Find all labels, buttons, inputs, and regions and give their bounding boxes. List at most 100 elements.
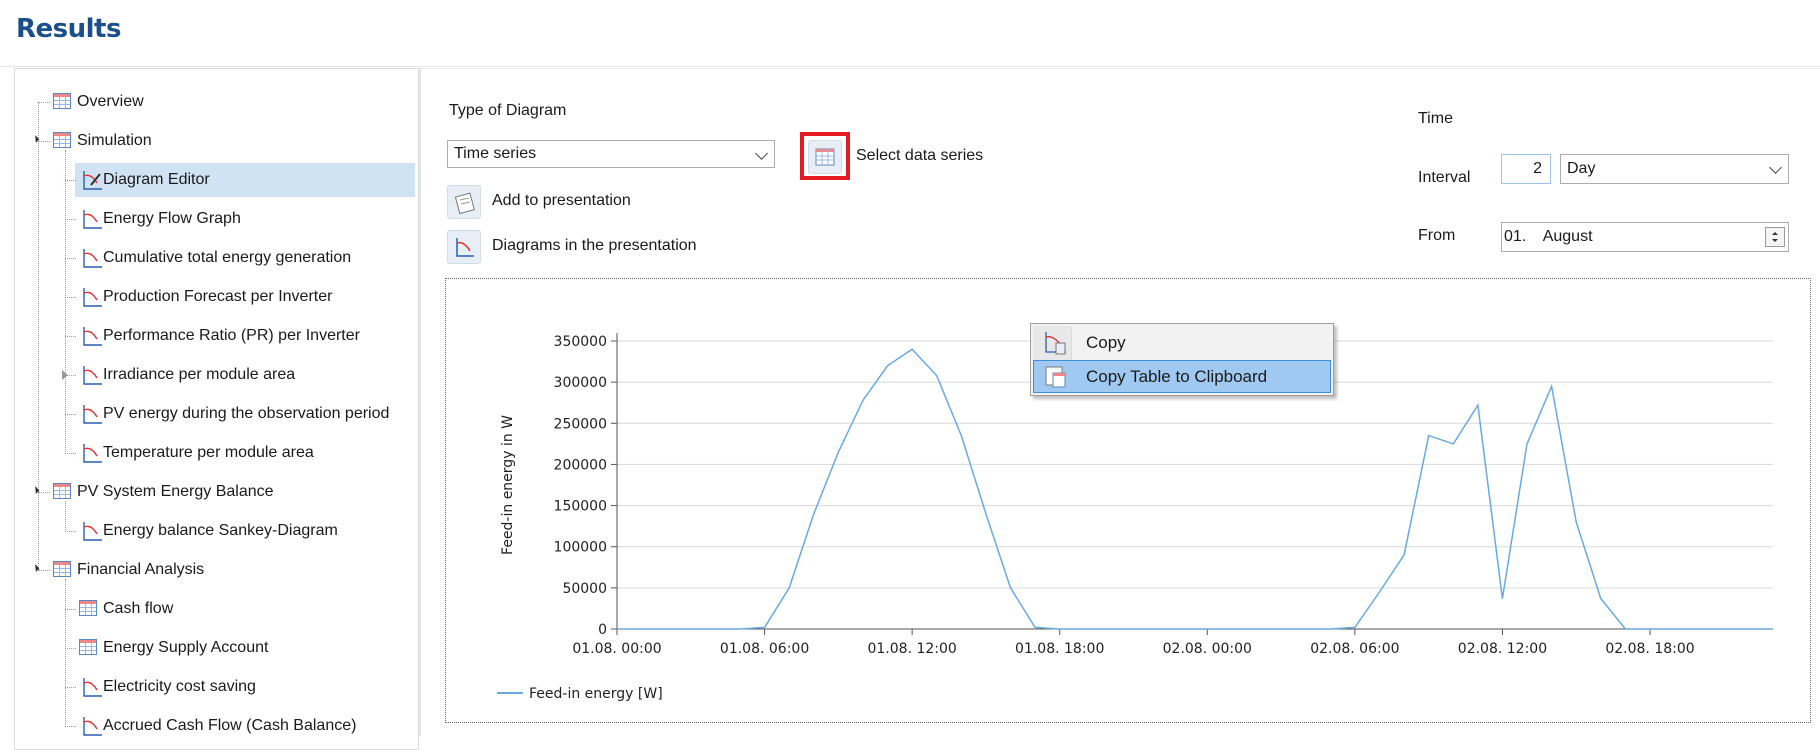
- select-data-series-label[interactable]: Select data series: [856, 147, 983, 165]
- table-icon: [809, 141, 841, 173]
- select-data-series-button[interactable]: [808, 140, 842, 174]
- date-spinner[interactable]: [1765, 227, 1785, 247]
- tree-connector: [65, 726, 76, 727]
- y-axis-label: Feed-in energy in W: [500, 415, 516, 555]
- tree-item-label: Energy Supply Account: [103, 631, 268, 665]
- y-tick-label: 50000: [562, 581, 607, 597]
- tree-item-label: PV energy during the observation period: [103, 397, 389, 431]
- chevron-down-icon: [1769, 161, 1782, 174]
- tree-item-10[interactable]: PV System Energy Balance: [15, 475, 415, 509]
- spinner-arrows-icon: [1766, 228, 1784, 246]
- interval-unit-value: Day: [1567, 160, 1595, 177]
- tree-connector: [65, 258, 76, 259]
- diagram-type-select[interactable]: Time series: [447, 140, 775, 168]
- graph-icon: [81, 286, 103, 308]
- from-day: 01.: [1504, 228, 1526, 245]
- copy-table-icon: [1041, 363, 1071, 391]
- add-to-presentation-label[interactable]: Add to presentation: [492, 192, 631, 210]
- menu-item-copy-table[interactable]: Copy Table to Clipboard: [1033, 360, 1331, 393]
- y-tick-label: 350000: [554, 334, 607, 350]
- tree-item-label: Energy balance Sankey-Diagram: [103, 514, 338, 548]
- x-tick-label: 02.08. 18:00: [1605, 641, 1694, 657]
- y-tick-label: 200000: [554, 457, 607, 473]
- from-month: August: [1543, 228, 1593, 245]
- tree-connector: [38, 141, 50, 142]
- collapsed-arrow-icon[interactable]: [62, 370, 68, 380]
- tree-item-14[interactable]: Energy Supply Account: [15, 631, 415, 665]
- x-tick-label: 02.08. 06:00: [1310, 641, 1399, 657]
- tree-item-4[interactable]: Cumulative total energy generation: [15, 241, 415, 275]
- table-icon: [53, 132, 71, 148]
- x-tick-label: 01.08. 18:00: [1015, 641, 1104, 657]
- time-label: Time: [1418, 110, 1453, 128]
- graph-icon: [81, 364, 103, 386]
- graph-icon: [81, 520, 103, 542]
- graph-icon: [448, 231, 480, 263]
- tree-item-15[interactable]: Electricity cost saving: [15, 670, 415, 704]
- y-tick-label: 250000: [554, 416, 607, 432]
- tree-item-16[interactable]: Accrued Cash Flow (Cash Balance): [15, 709, 415, 743]
- menu-item-copy[interactable]: Copy: [1033, 326, 1331, 359]
- tree-item-1[interactable]: Simulation: [15, 124, 415, 158]
- tree-item-13[interactable]: Cash flow: [15, 592, 415, 626]
- y-tick-label: 150000: [554, 499, 607, 515]
- x-tick-label: 02.08. 00:00: [1163, 641, 1252, 657]
- tree-connector: [65, 453, 76, 454]
- tree-connector: [65, 180, 76, 181]
- panel-splitter[interactable]: [419, 68, 421, 736]
- tree-item-label: Production Forecast per Inverter: [103, 280, 332, 314]
- tree-item-label: Cumulative total energy generation: [103, 241, 351, 275]
- tree-item-12[interactable]: Financial Analysis: [15, 553, 415, 587]
- context-menu: Copy Copy Table to Clipboard: [1030, 323, 1334, 396]
- graph-icon: [81, 403, 103, 425]
- from-label: From: [1418, 227, 1455, 245]
- tree-connector: [65, 219, 76, 220]
- tree-item-label: Accrued Cash Flow (Cash Balance): [103, 709, 356, 743]
- interval-label: Interval: [1418, 169, 1470, 187]
- interval-input[interactable]: 2: [1501, 154, 1551, 184]
- tree-item-label: Energy Flow Graph: [103, 202, 241, 236]
- x-tick-label: 02.08. 12:00: [1458, 641, 1547, 657]
- tree-connector: [38, 570, 50, 571]
- diagrams-in-presentation-button[interactable]: [447, 230, 481, 264]
- tree-connector: [65, 297, 76, 298]
- graph-icon: [81, 715, 103, 737]
- tree-item-6[interactable]: Performance Ratio (PR) per Inverter: [15, 319, 415, 353]
- diagrams-in-presentation-label[interactable]: Diagrams in the presentation: [492, 237, 697, 255]
- table-icon: [53, 561, 71, 577]
- table-icon: [53, 483, 71, 499]
- tree-item-label: Financial Analysis: [77, 553, 204, 587]
- tree-item-11[interactable]: Energy balance Sankey-Diagram: [15, 514, 415, 548]
- menu-item-label: Copy Table to Clipboard: [1086, 367, 1267, 386]
- tree-connector: [65, 414, 76, 415]
- x-tick-label: 01.08. 12:00: [867, 641, 956, 657]
- results-tree: Overview Simulation Diagram Editor Energy F…: [14, 68, 419, 750]
- tree-item-8[interactable]: PV energy during the observation period: [15, 397, 415, 431]
- y-tick-label: 0: [598, 622, 607, 638]
- tree-item-5[interactable]: Production Forecast per Inverter: [15, 280, 415, 314]
- table-icon: [79, 600, 97, 616]
- tree-item-label: Overview: [77, 85, 144, 119]
- tree-connector: [65, 336, 76, 337]
- tree-item-label: Diagram Editor: [103, 163, 210, 197]
- add-to-presentation-button[interactable]: [447, 185, 481, 219]
- main-panel-top-border: [421, 68, 1820, 69]
- tree-item-label: Temperature per module area: [103, 436, 314, 470]
- tree-connector: [65, 687, 76, 688]
- diagram-type-value: Time series: [454, 145, 536, 162]
- from-date-input[interactable]: 01. August: [1501, 222, 1789, 252]
- chevron-down-icon: [755, 147, 768, 160]
- table-icon: [79, 639, 97, 655]
- tree-item-9[interactable]: Temperature per module area: [15, 436, 415, 470]
- interval-unit-select[interactable]: Day: [1560, 154, 1789, 184]
- page-title: Results: [16, 14, 121, 44]
- tree-item-label: Electricity cost saving: [103, 670, 256, 704]
- tree-item-7[interactable]: Irradiance per module area: [15, 358, 415, 392]
- tree-item-0[interactable]: Overview: [15, 85, 415, 119]
- title-divider: [0, 66, 1820, 67]
- tree-item-3[interactable]: Energy Flow Graph: [15, 202, 415, 236]
- x-tick-label: 01.08. 00:00: [572, 641, 661, 657]
- tree-connector: [65, 531, 76, 532]
- graph-icon: [81, 325, 103, 347]
- tree-item-2[interactable]: Diagram Editor: [15, 163, 415, 197]
